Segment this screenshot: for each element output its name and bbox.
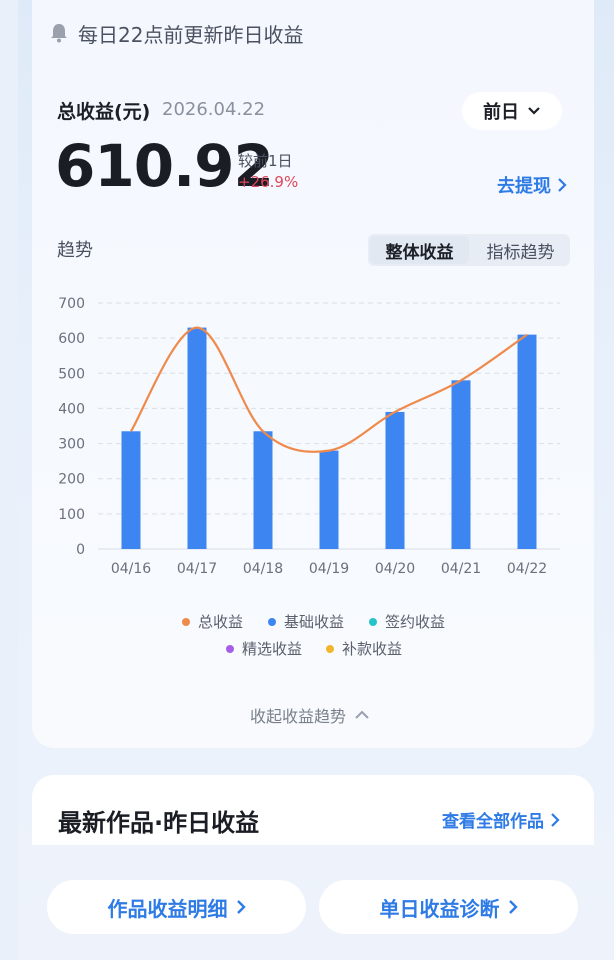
withdraw-link[interactable]: 去提现	[497, 172, 567, 198]
bar	[187, 327, 207, 549]
withdraw-label: 去提现	[497, 176, 551, 197]
legend-selected-label: 精选收益	[242, 640, 303, 658]
period-dropdown[interactable]: 前日	[462, 92, 562, 130]
period-label: 前日	[483, 102, 519, 123]
bar	[451, 380, 471, 549]
legend-base-dot	[268, 617, 276, 626]
compare-value: +26.9%	[238, 173, 299, 191]
x-tick-label: 04/20	[375, 561, 415, 577]
legend-selected[interactable]: 精选收益	[226, 638, 302, 659]
bell-icon	[51, 24, 67, 43]
legend-contract[interactable]: 签约收益	[369, 611, 445, 632]
chevron-right-icon	[236, 900, 246, 914]
trend-tab-switch: 整体收益 指标趋势	[368, 234, 570, 266]
scroll-fade	[18, 840, 614, 880]
x-tick-label: 04/18	[243, 561, 283, 577]
update-notice: 每日22点前更新昨日收益	[50, 18, 303, 48]
tab-metric-trend[interactable]: 指标趋势	[471, 234, 570, 266]
y-tick-label: 400	[58, 401, 85, 417]
notice-text: 每日22点前更新昨日收益	[78, 22, 304, 47]
daily-earnings-diagnosis-button[interactable]: 单日收益诊断	[319, 880, 578, 934]
latest-works-title: 最新作品·昨日收益	[58, 809, 260, 837]
legend-total-label: 总收益	[198, 613, 244, 631]
chevron-down-icon	[528, 107, 540, 115]
x-tick-label: 04/19	[309, 561, 349, 577]
x-tick-label: 04/16	[111, 561, 151, 577]
legend-contract-dot	[369, 617, 377, 626]
trend-label: 趋势	[57, 240, 93, 261]
view-all-works-label: 查看全部作品	[442, 812, 544, 832]
collapse-trend-button[interactable]: 收起收益趋势	[250, 703, 370, 727]
x-tick-label: 04/17	[177, 561, 217, 577]
x-tick-label: 04/21	[441, 561, 481, 577]
y-tick-label: 300	[58, 437, 85, 453]
legend-base[interactable]: 基础收益	[268, 611, 344, 632]
legend-total[interactable]: 总收益	[182, 611, 243, 632]
works-earnings-detail-label: 作品收益明细	[107, 896, 228, 921]
left-edge-strip	[0, 0, 18, 960]
bar	[517, 334, 537, 549]
chevron-right-icon	[558, 178, 567, 192]
legend-compensation[interactable]: 补款收益	[326, 638, 402, 659]
collapse-label: 收起收益趋势	[250, 707, 347, 726]
legend-contract-label: 签约收益	[385, 613, 446, 631]
legend-base-label: 基础收益	[284, 613, 345, 631]
legend-compensation-dot	[326, 644, 334, 653]
y-tick-label: 600	[58, 331, 85, 347]
chevron-right-icon	[508, 900, 518, 914]
compare-label: 较前1日	[238, 152, 293, 170]
total-earnings-label: 总收益(元)	[57, 101, 151, 123]
daily-earnings-diagnosis-label: 单日收益诊断	[379, 896, 500, 921]
view-all-works-link[interactable]: 查看全部作品	[442, 807, 560, 832]
y-tick-label: 100	[58, 507, 85, 523]
legend-selected-dot	[226, 644, 234, 653]
earnings-date: 2026.04.22	[162, 99, 266, 120]
bar	[253, 431, 273, 549]
y-tick-label: 500	[58, 366, 85, 382]
bar	[121, 431, 141, 549]
y-tick-label: 200	[58, 472, 85, 488]
bar	[319, 450, 339, 549]
works-earnings-detail-button[interactable]: 作品收益明细	[47, 880, 306, 934]
chevron-right-icon	[551, 812, 560, 827]
legend-total-dot	[182, 617, 190, 626]
tab-overall-earnings[interactable]: 整体收益	[370, 236, 469, 264]
x-tick-label: 04/22	[507, 561, 547, 577]
earnings-trend-chart: 0 100 200 300 400 500 600 700 04/16 04/17 04/18 04/…	[58, 296, 560, 577]
bar	[385, 411, 405, 549]
y-tick-label: 0	[76, 542, 85, 558]
legend-compensation-label: 补款收益	[342, 640, 403, 658]
chevron-up-icon	[355, 710, 369, 719]
y-tick-label: 700	[58, 296, 85, 312]
